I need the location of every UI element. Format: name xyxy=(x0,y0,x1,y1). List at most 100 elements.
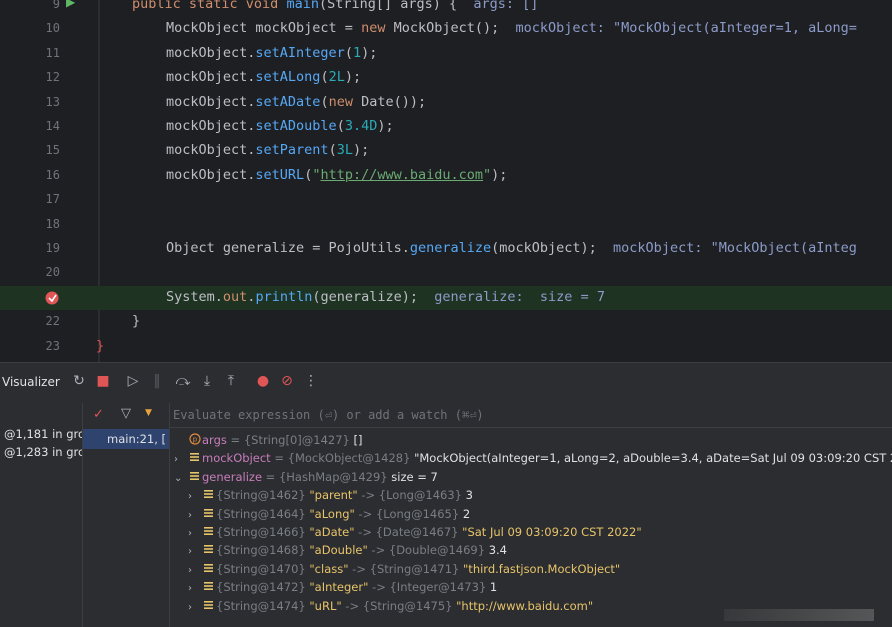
breakpoint-icon[interactable] xyxy=(44,290,60,306)
code-line[interactable]: 23} xyxy=(0,335,892,359)
code-line[interactable]: 16 mockObject.setURL("http://www.baidu.co… xyxy=(0,164,892,188)
variables-panel: Evaluate expression (⏎) or add a watch (… xyxy=(170,403,892,627)
resume-icon[interactable]: ▷ xyxy=(124,372,142,390)
map-entry-row[interactable]: › {String@1466} "aDate" -> {Date@1467} "S… xyxy=(188,525,642,543)
map-entry-row[interactable]: › {String@1470} "class" -> {String@1471} … xyxy=(188,562,620,580)
rerun-icon[interactable]: ↻ xyxy=(70,372,88,390)
code-line[interactable]: 13 mockObject.setADate(new Date()); xyxy=(0,91,892,115)
line-number[interactable]: 11 xyxy=(28,46,60,60)
frame-item-main[interactable]: main:21, [ xyxy=(107,432,166,446)
chevron-right-icon[interactable]: › xyxy=(188,565,202,576)
code-line[interactable]: 15 mockObject.setParent(3L); xyxy=(0,139,892,163)
entry-key-type: {String@1474} xyxy=(216,598,310,613)
code-line[interactable]: 22} xyxy=(0,310,892,334)
chevron-right-icon[interactable]: › xyxy=(188,583,202,594)
entry-key: "uRL" xyxy=(309,598,342,613)
line-number[interactable]: 23 xyxy=(28,339,60,353)
variable-value: [] xyxy=(353,433,363,447)
entry-value: 2 xyxy=(462,506,471,521)
variable-type: = {HashMap@1429} xyxy=(262,469,392,484)
code-token: ); xyxy=(344,69,362,86)
threads-panel: @1,181 in grou @1,283 in grc xyxy=(0,403,83,627)
code-line[interactable]: 17 xyxy=(0,188,892,212)
entry-value-type: -> {String@1471} xyxy=(348,561,464,576)
code-token: (generalize); xyxy=(312,288,435,305)
code-token: 3L xyxy=(336,142,353,159)
code-line[interactable]: 14 mockObject.setADouble(3.4D); xyxy=(0,115,892,139)
step-over-icon[interactable]: ⤼ xyxy=(174,372,192,390)
pause-icon[interactable]: ‖ xyxy=(148,372,166,390)
line-number[interactable]: 14 xyxy=(28,119,60,133)
entry-key: "aLong" xyxy=(309,506,355,521)
chevron-right-icon[interactable]: › xyxy=(188,528,202,539)
line-number[interactable]: 18 xyxy=(28,217,60,231)
entry-key-type: {String@1472} xyxy=(216,580,310,595)
mute-breakpoints-icon[interactable]: ⊘ xyxy=(278,372,296,390)
code-line[interactable]: 10 MockObject mockObject = new MockObject… xyxy=(0,17,892,41)
line-number[interactable]: 13 xyxy=(28,95,60,109)
check-icon[interactable]: ✓ xyxy=(93,407,104,422)
code-editor[interactable]: 9 public static void main(String[] args) … xyxy=(0,0,892,362)
evaluate-placeholder: Evaluate expression (⏎) or add a watch (… xyxy=(173,408,484,422)
code-line[interactable]: 19 Object generalize = PojoUtils.generali… xyxy=(0,237,892,261)
field-list-icon xyxy=(204,490,213,499)
variable-row[interactable]: ⌄ generalize = {HashMap@1429} size = 7 xyxy=(174,470,438,488)
chevron-right-icon[interactable]: › xyxy=(188,546,202,557)
field-list-icon xyxy=(204,508,213,517)
more-options-icon[interactable]: ⋮ xyxy=(302,372,320,390)
map-entry-row[interactable]: › {String@1472} "aInteger" -> {Integer@14… xyxy=(188,580,497,598)
code-token: ( xyxy=(320,93,329,110)
step-into-icon[interactable]: ⤓ xyxy=(198,372,216,390)
code-line[interactable]: 9 public static void main(String[] args) … xyxy=(0,0,892,17)
code-text: public static void main(String[] args) {… xyxy=(132,0,538,12)
line-number[interactable]: 9 xyxy=(28,0,60,11)
chevron-right-icon[interactable]: › xyxy=(188,602,202,613)
code-line[interactable]: 20 xyxy=(0,261,892,285)
dropdown-icon[interactable]: ▼ xyxy=(145,408,152,418)
map-entry-row[interactable]: › {String@1468} "aDouble" -> {Double@1469… xyxy=(188,543,507,561)
line-number[interactable]: 15 xyxy=(28,143,60,157)
chevron-right-icon[interactable]: › xyxy=(188,510,202,521)
variable-row[interactable]: › mockObject = {MockObject@1428} "MockObj… xyxy=(174,451,892,469)
line-number[interactable]: 17 xyxy=(28,192,60,206)
thread-item[interactable]: @1,181 in grou xyxy=(4,427,82,441)
map-entry-row[interactable]: › {String@1462} "parent" -> {Long@1463} 3 xyxy=(188,488,473,506)
code-line[interactable]: 18 xyxy=(0,213,892,237)
map-entry-row[interactable]: › {String@1464} "aLong" -> {Long@1465} 2 xyxy=(188,507,470,525)
variable-row[interactable]: p args = {String[0]@1427} [] xyxy=(174,433,362,451)
map-entry-row[interactable]: › {String@1474} "uRL" -> {String@1475} "h… xyxy=(188,599,593,617)
code-token: (String[] args) { xyxy=(318,0,474,12)
chevron-right-icon[interactable]: › xyxy=(188,491,202,502)
thread-item[interactable]: @1,283 in grc xyxy=(4,445,82,459)
code-token: ( xyxy=(344,44,353,61)
view-breakpoints-icon[interactable]: ● xyxy=(254,372,272,390)
field-list-icon xyxy=(204,545,213,554)
code-line[interactable]: 12 mockObject.setALong(2L); xyxy=(0,66,892,90)
code-token: mockObject. xyxy=(166,44,256,61)
line-number[interactable]: 16 xyxy=(28,168,60,182)
chevron-down-icon[interactable]: ⌄ xyxy=(174,473,188,484)
line-number[interactable]: 10 xyxy=(28,21,60,35)
inline-debug-value: mockObject: "MockObject(aInteger=1, aLon… xyxy=(515,20,857,37)
code-text: } xyxy=(132,313,140,329)
run-gutter-icon[interactable]: ▶ xyxy=(66,0,75,9)
code-token: setParent xyxy=(255,142,329,159)
evaluate-expression-field[interactable]: Evaluate expression (⏎) or add a watch (… xyxy=(170,403,892,428)
step-out-icon[interactable]: ⤒ xyxy=(222,372,240,390)
code-line[interactable]: 11 mockObject.setAInteger(1); xyxy=(0,42,892,66)
chevron-right-icon[interactable]: › xyxy=(174,454,188,465)
field-list-icon xyxy=(204,563,213,572)
code-token: out xyxy=(222,288,248,305)
filter-icon[interactable]: ▽ xyxy=(121,406,131,421)
stop-icon[interactable]: ■ xyxy=(94,372,112,390)
code-token: mockObject. xyxy=(166,118,256,134)
line-number[interactable]: 19 xyxy=(28,241,60,255)
code-token: setADate xyxy=(255,93,321,110)
visualizer-tab[interactable]: Visualizer xyxy=(2,375,60,389)
code-line[interactable]: System.out.println(generalize); generali… xyxy=(0,285,892,310)
line-number[interactable]: 12 xyxy=(28,70,60,84)
svg-text:p: p xyxy=(193,436,198,444)
line-number[interactable]: 22 xyxy=(28,314,60,328)
line-number[interactable]: 20 xyxy=(28,265,60,279)
entry-key-type: {String@1470} xyxy=(216,561,310,576)
